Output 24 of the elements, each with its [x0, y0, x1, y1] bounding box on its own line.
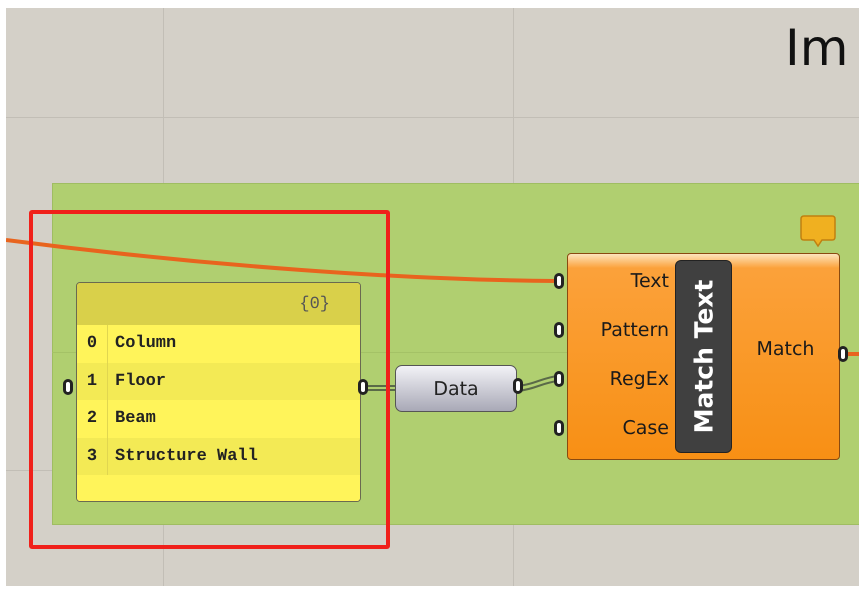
item-text: Structure Wall [114, 446, 258, 466]
input-grip[interactable] [554, 420, 564, 436]
input-grip[interactable] [63, 379, 73, 395]
wire [847, 352, 859, 356]
canvas-title: Im [785, 18, 848, 78]
input-label: Case [622, 416, 669, 441]
input-grip[interactable] [554, 371, 564, 387]
output-grip[interactable] [513, 378, 523, 394]
component-title: Match Text [689, 280, 718, 434]
panel[interactable]: {0} 0 Column 1 Floor 2 Beam 3 Structure Wall [76, 282, 361, 502]
item-text: Floor [114, 372, 166, 391]
component[interactable]: Text Pattern RegEx Case Match Text Match [567, 253, 840, 460]
input-label: RegEx [610, 367, 669, 392]
panel-header: {0} [299, 294, 330, 314]
output-grip[interactable] [358, 379, 368, 395]
item-text: Column [114, 334, 176, 354]
output-label: Match [756, 337, 814, 362]
data-parameter[interactable]: Data [395, 365, 517, 412]
input-label: Pattern [600, 318, 669, 343]
input-grip[interactable] [554, 322, 564, 338]
input-label: Text [630, 269, 669, 294]
output-grip[interactable] [838, 346, 848, 362]
input-grip[interactable] [554, 273, 564, 289]
item-text: Beam [114, 409, 156, 428]
